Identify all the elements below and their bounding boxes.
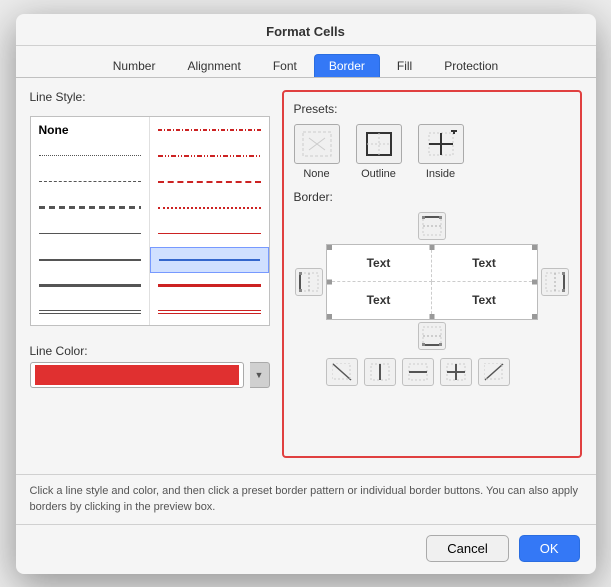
- color-swatch: [35, 365, 239, 385]
- preset-inside-btn[interactable]: [418, 124, 464, 164]
- line-styles-container: None: [30, 116, 270, 326]
- presets-label: Presets:: [294, 102, 570, 116]
- line-style-red-medium-selected[interactable]: [150, 247, 269, 273]
- line-style-dashed-sm[interactable]: [31, 169, 150, 195]
- line-style-label: Line Style:: [30, 90, 270, 104]
- preset-none-btn[interactable]: [294, 124, 340, 164]
- color-dropdown-arrow[interactable]: ▼: [250, 362, 270, 388]
- border-extra-btns: [294, 358, 570, 386]
- preview-cell-br: Text: [432, 282, 537, 319]
- format-cells-dialog: Format Cells Number Alignment Font Borde…: [16, 14, 596, 574]
- line-style-none[interactable]: None: [31, 117, 150, 143]
- line-style-double[interactable]: [31, 299, 150, 325]
- line-style-red-thick[interactable]: [150, 273, 269, 299]
- tab-number[interactable]: Number: [98, 54, 171, 77]
- line-color-label: Line Color:: [30, 344, 270, 358]
- dialog-title: Format Cells: [16, 14, 596, 46]
- inside-icon: [425, 130, 457, 158]
- border-left-btn[interactable]: [295, 268, 323, 296]
- line-style-dashed-med[interactable]: [31, 195, 150, 221]
- cancel-button[interactable]: Cancel: [426, 535, 508, 562]
- border-corner-bl: [294, 322, 324, 352]
- color-swatch-container[interactable]: [30, 362, 244, 388]
- border-corner-tl: [294, 212, 324, 242]
- info-text: Click a line style and color, and then c…: [16, 474, 596, 524]
- line-style-red-dashdot[interactable]: [150, 117, 269, 143]
- border-corner-tr: [540, 212, 570, 242]
- border-corner-br: [540, 322, 570, 352]
- border-top-btn[interactable]: [418, 212, 446, 240]
- none-icon: [301, 130, 333, 158]
- border-section: Border:: [294, 190, 570, 446]
- preset-inside[interactable]: Inside: [418, 124, 464, 180]
- border-left-btn-area: [294, 244, 324, 320]
- content-area: Line Style: None: [16, 78, 596, 470]
- border-right-btn[interactable]: [541, 268, 569, 296]
- border-grid: Text Text Text Text: [294, 212, 570, 352]
- border-diag-down-btn[interactable]: [326, 358, 358, 386]
- preset-outline-label: Outline: [361, 168, 396, 180]
- border-diag-up-btn[interactable]: [478, 358, 510, 386]
- left-panel: Line Style: None: [30, 90, 270, 458]
- line-style-red-thin[interactable]: [150, 221, 269, 247]
- dialog-footer: Cancel OK: [16, 524, 596, 574]
- border-vertical-mid-btn[interactable]: [364, 358, 396, 386]
- border-label: Border:: [294, 190, 570, 204]
- border-all-mid-btn[interactable]: [440, 358, 472, 386]
- tab-alignment[interactable]: Alignment: [172, 54, 255, 77]
- border-preview-box[interactable]: Text Text Text Text: [326, 244, 538, 320]
- border-bottom-btn[interactable]: [418, 322, 446, 350]
- tab-protection[interactable]: Protection: [429, 54, 513, 77]
- tab-font[interactable]: Font: [258, 54, 312, 77]
- preview-cell-tl: Text: [327, 245, 432, 282]
- outline-icon: [363, 130, 395, 158]
- presets-section: Presets: None: [294, 102, 570, 180]
- preset-outline[interactable]: Outline: [356, 124, 402, 180]
- border-horizontal-mid-btn[interactable]: [402, 358, 434, 386]
- line-style-solid-thin[interactable]: [31, 221, 150, 247]
- line-style-red-dashdotdot[interactable]: [150, 143, 269, 169]
- line-style-red-dashed[interactable]: [150, 169, 269, 195]
- preset-none-label: None: [303, 168, 329, 180]
- preset-inside-label: Inside: [426, 168, 455, 180]
- line-style-red-dotted[interactable]: [150, 195, 269, 221]
- tab-border[interactable]: Border: [314, 54, 380, 77]
- tab-fill[interactable]: Fill: [382, 54, 427, 77]
- preview-cell-bl: Text: [327, 282, 432, 319]
- line-style-solid-thick[interactable]: [31, 273, 150, 299]
- line-color-section: Line Color: ▼: [30, 344, 270, 388]
- preview-cell-tr: Text: [432, 245, 537, 282]
- preset-none[interactable]: None: [294, 124, 340, 180]
- line-style-solid-medium[interactable]: [31, 247, 150, 273]
- presets-row: None Outline: [294, 124, 570, 180]
- line-style-dotted-fine[interactable]: [31, 143, 150, 169]
- right-panel: Presets: None: [282, 90, 582, 458]
- border-bottom-btn-area: [326, 322, 538, 352]
- ok-button[interactable]: OK: [519, 535, 580, 562]
- border-right-btn-area: [540, 244, 570, 320]
- preset-outline-btn[interactable]: [356, 124, 402, 164]
- tabs-bar: Number Alignment Font Border Fill Protec…: [16, 46, 596, 78]
- line-style-red-double[interactable]: [150, 299, 269, 325]
- border-top-btn-area: [326, 212, 538, 242]
- color-picker-row: ▼: [30, 362, 270, 388]
